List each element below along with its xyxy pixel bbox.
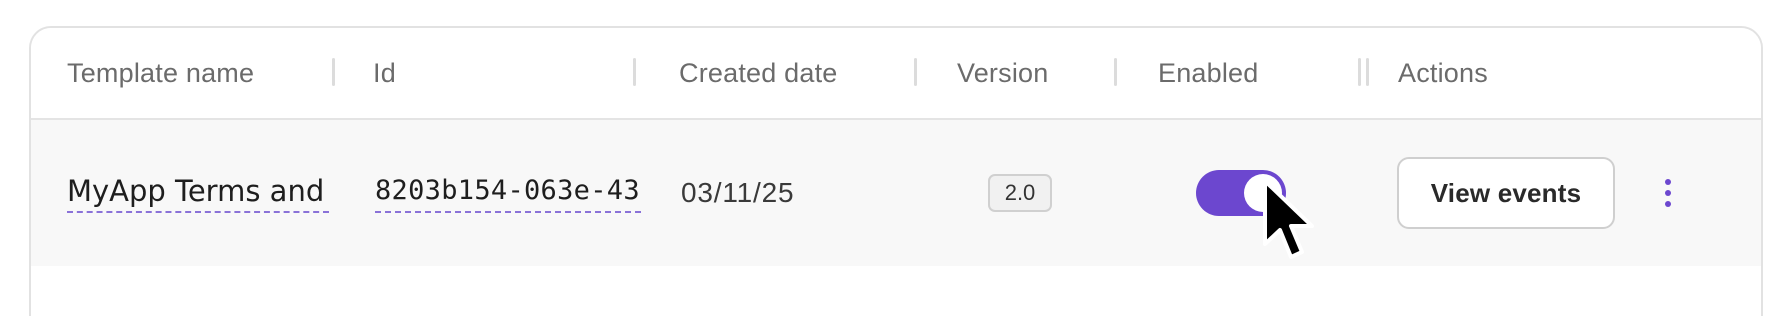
templates-table: Template name Id Created date Version En… — [29, 26, 1763, 316]
column-resize-handle[interactable] — [1366, 58, 1369, 86]
next-table-row — [31, 266, 1761, 316]
created-date-cell: 03/11/25 — [681, 120, 794, 266]
column-resize-handle[interactable] — [1358, 58, 1361, 86]
kebab-dot — [1665, 190, 1671, 196]
mouse-pointer-icon — [1263, 179, 1314, 259]
column-header-actions: Actions — [1398, 57, 1488, 88]
column-header-created-date[interactable]: Created date — [679, 28, 838, 118]
column-resize-handle[interactable] — [914, 58, 917, 86]
column-resize-handle[interactable] — [332, 58, 335, 86]
version-badge: 2.0 — [988, 174, 1052, 212]
id-cell: 8203b154-063e-43 — [375, 120, 641, 266]
table-row[interactable]: MyApp Terms and 8203b154-063e-43 03/11/2… — [31, 120, 1761, 266]
created-date-value: 03/11/25 — [681, 177, 795, 208]
column-resize-handle[interactable] — [1114, 58, 1117, 86]
template-id-link[interactable]: 8203b154-063e-43 — [375, 174, 641, 213]
version-cell: 2.0 — [988, 120, 1052, 266]
view-events-button[interactable]: View events — [1397, 157, 1615, 229]
column-header-template-name[interactable]: Template name — [67, 28, 254, 118]
template-name-cell: MyApp Terms and — [67, 120, 329, 266]
column-header-enabled[interactable]: Enabled — [1158, 28, 1259, 118]
table-header-row: Template name Id Created date Version En… — [31, 28, 1761, 120]
column-header-id[interactable]: Id — [373, 28, 396, 118]
row-menu-cell — [1658, 120, 1678, 266]
column-header-version[interactable]: Version — [957, 28, 1048, 118]
more-vertical-icon[interactable] — [1658, 173, 1678, 213]
kebab-dot — [1665, 201, 1671, 207]
column-resize-handle[interactable] — [633, 58, 636, 86]
template-name-link[interactable]: MyApp Terms and — [67, 174, 329, 213]
actions-cell: View events — [1397, 120, 1615, 266]
kebab-dot — [1665, 179, 1671, 185]
